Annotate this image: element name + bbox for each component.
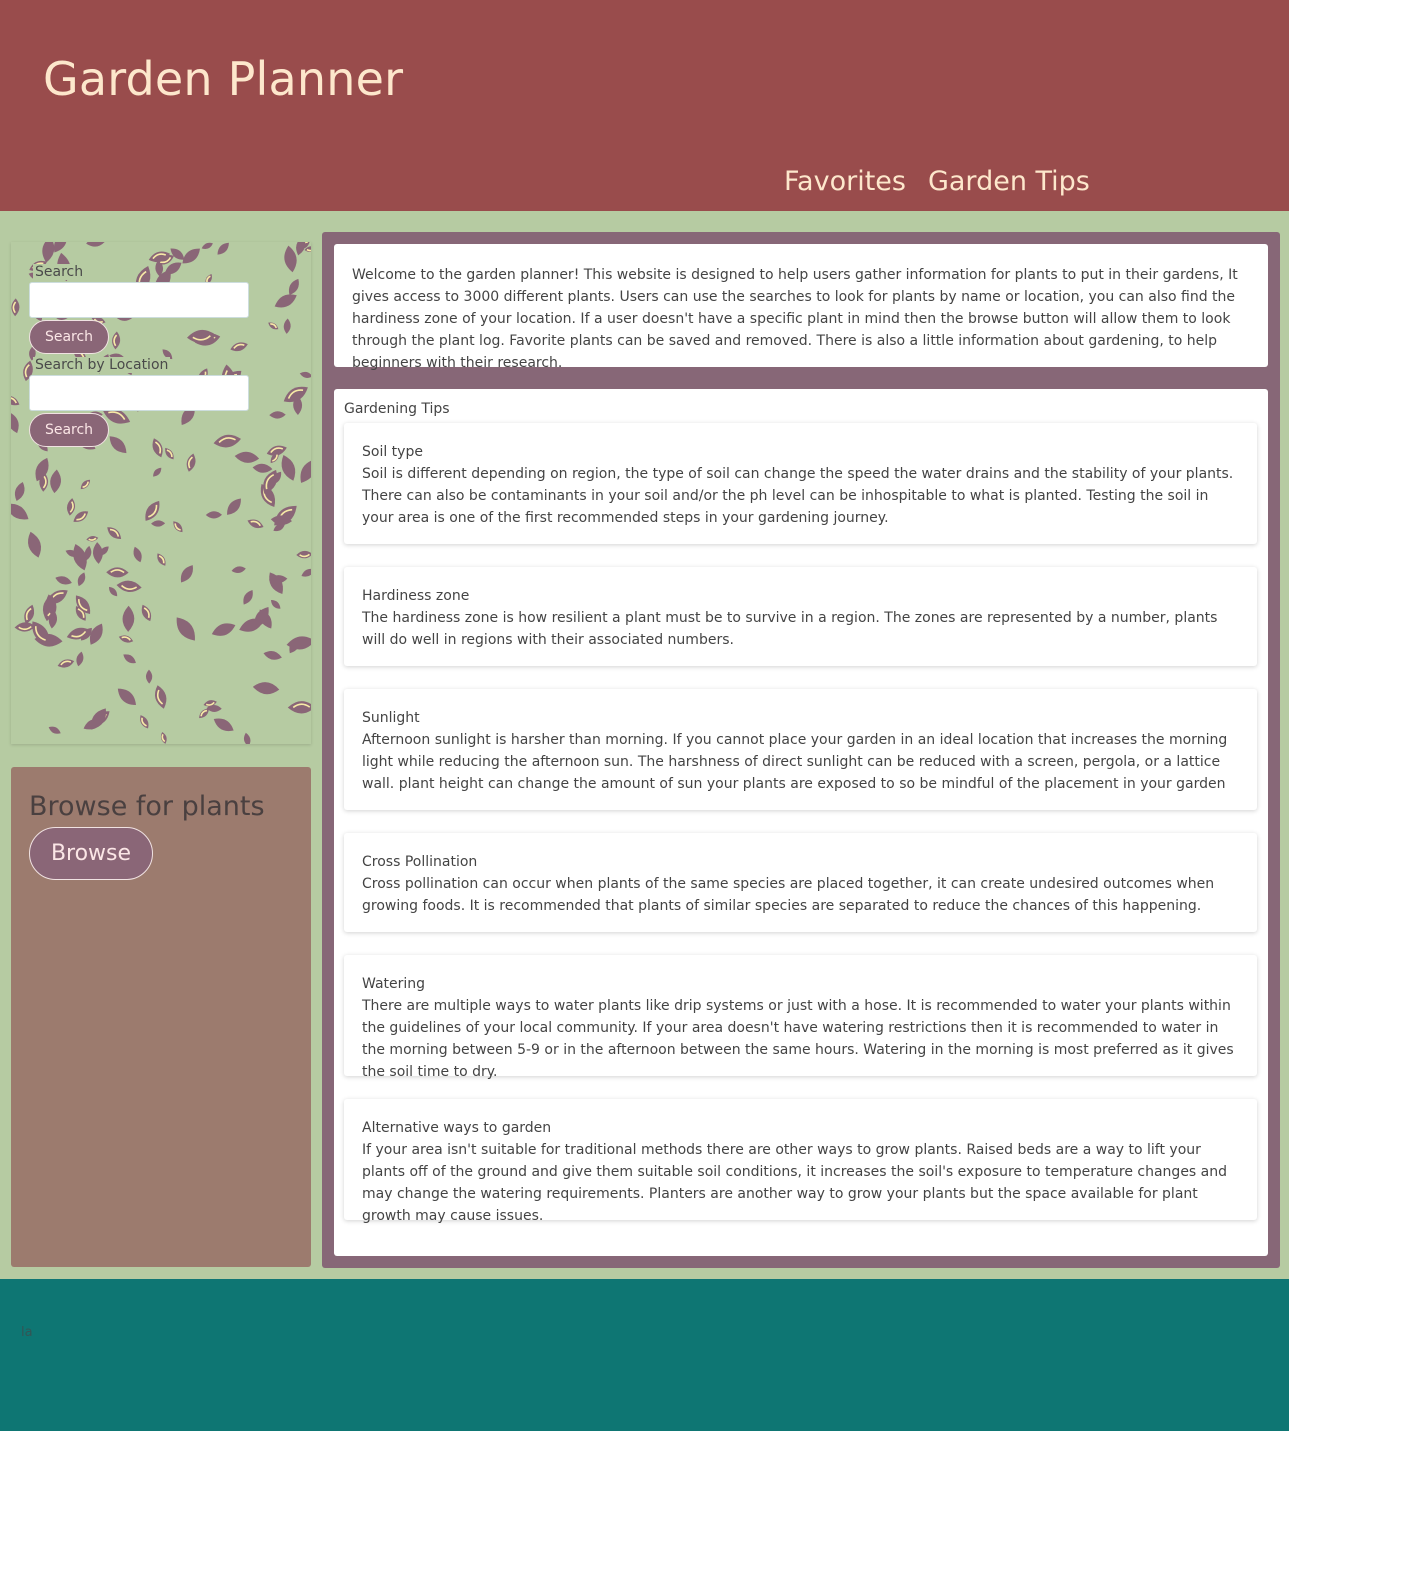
tip-text: Soil is different depending on region, t…: [362, 466, 1234, 526]
nav-favorites[interactable]: Favorites: [784, 166, 906, 197]
search-label: Search: [33, 264, 86, 280]
search-location-input[interactable]: [29, 375, 249, 411]
search-button[interactable]: Search: [29, 320, 109, 354]
main-area: Search Search Search by Location Search …: [0, 211, 1289, 1279]
tip-card-watering: Watering There are multiple ways to wate…: [344, 955, 1257, 1080]
footer-text: la: [21, 1325, 33, 1340]
tip-title: Cross Pollination: [362, 854, 478, 870]
tip-text: Cross pollination can occur when plants …: [362, 876, 1215, 914]
tip-card-cross-pollination: Cross Pollination Cross pollination can …: [344, 833, 1257, 932]
tip-card-soil-type: Soil type Soil is different depending on…: [344, 423, 1257, 544]
tips-heading: Gardening Tips: [344, 401, 450, 417]
main-nav: Favorites Garden Tips: [784, 166, 1090, 197]
nav-garden-tips[interactable]: Garden Tips: [928, 166, 1090, 197]
site-footer: la: [0, 1279, 1289, 1431]
browse-panel: Browse for plants Browse: [11, 767, 311, 1267]
tip-title: Sunlight: [362, 710, 420, 726]
tip-text: The hardiness zone is how resilient a pl…: [362, 610, 1218, 648]
tip-card-alternative-ways: Alternative ways to garden If your area …: [344, 1099, 1257, 1224]
tip-text: There are multiple ways to water plants …: [362, 998, 1234, 1080]
browse-button[interactable]: Browse: [29, 827, 153, 880]
intro-text: Welcome to the garden planner! This webs…: [352, 267, 1238, 371]
tip-card-hardiness-zone: Hardiness zone The hardiness zone is how…: [344, 567, 1257, 666]
gardening-tips-section: Gardening Tips Soil type Soil is differe…: [334, 389, 1268, 1256]
tip-title: Hardiness zone: [362, 588, 470, 604]
site-header: Garden Planner Favorites Garden Tips: [0, 0, 1289, 211]
search-location-button[interactable]: Search: [29, 413, 109, 447]
search-location-label: Search by Location: [33, 357, 171, 373]
tip-title: Soil type: [362, 444, 423, 460]
tip-text: If your area isn't suitable for traditio…: [362, 1142, 1228, 1224]
content-frame: Welcome to the garden planner! This webs…: [322, 232, 1280, 1268]
tip-title: Watering: [362, 976, 426, 992]
search-input[interactable]: [29, 282, 249, 318]
search-panel: Search Search Search by Location Search: [11, 242, 311, 744]
browse-title: Browse for plants: [29, 791, 265, 822]
site-title: Garden Planner: [43, 52, 404, 106]
tip-title: Alternative ways to garden: [362, 1120, 552, 1136]
tip-card-sunlight: Sunlight Afternoon sunlight is harsher t…: [344, 689, 1257, 810]
intro-card: Welcome to the garden planner! This webs…: [334, 244, 1268, 371]
tip-text: Afternoon sunlight is harsher than morni…: [362, 732, 1228, 792]
